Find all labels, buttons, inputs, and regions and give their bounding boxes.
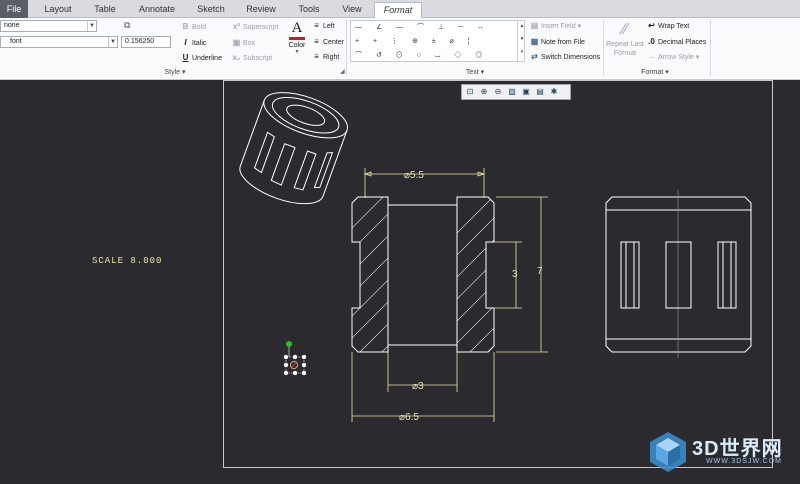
- dimension-hole[interactable]: 3: [494, 241, 522, 309]
- dimension-top[interactable]: ⌀5.5: [363, 168, 486, 198]
- resize-handle: [301, 354, 307, 360]
- hatch-right: [457, 197, 494, 352]
- resize-handle: [292, 354, 298, 360]
- resize-handle: [292, 370, 298, 376]
- hatch-left: [352, 197, 388, 352]
- resize-handle: [301, 362, 307, 368]
- dimension-bore[interactable]: ⌀3: [387, 352, 458, 392]
- watermark-logo: 3D世界网 WWW.3DSJW.COM: [646, 428, 796, 478]
- dim-bottom-text: ⌀6.5: [399, 412, 419, 423]
- resize-handle: [301, 370, 307, 376]
- dim-bore-text: ⌀3: [412, 381, 424, 392]
- selected-symbol[interactable]: [283, 341, 307, 376]
- watermark-url: WWW.3DSJW.COM: [706, 458, 782, 465]
- resize-handle: [283, 354, 289, 360]
- dim-height-text: 7: [537, 266, 543, 277]
- side-view[interactable]: [605, 190, 752, 358]
- drawing-graphics: ⌀5.5 3 7 ⌀3 ⌀6.5: [234, 83, 752, 423]
- isometric-view[interactable]: [234, 83, 353, 213]
- resize-handle: [283, 362, 289, 368]
- dimension-height[interactable]: 7: [496, 196, 548, 353]
- resize-handle: [283, 370, 289, 376]
- dim-hole-text: 3: [512, 269, 518, 280]
- dim-top-text: ⌀5.5: [404, 170, 424, 181]
- rotate-handle: [286, 341, 292, 347]
- section-view[interactable]: [340, 180, 510, 394]
- watermark-brand: 3D世界网: [692, 438, 783, 460]
